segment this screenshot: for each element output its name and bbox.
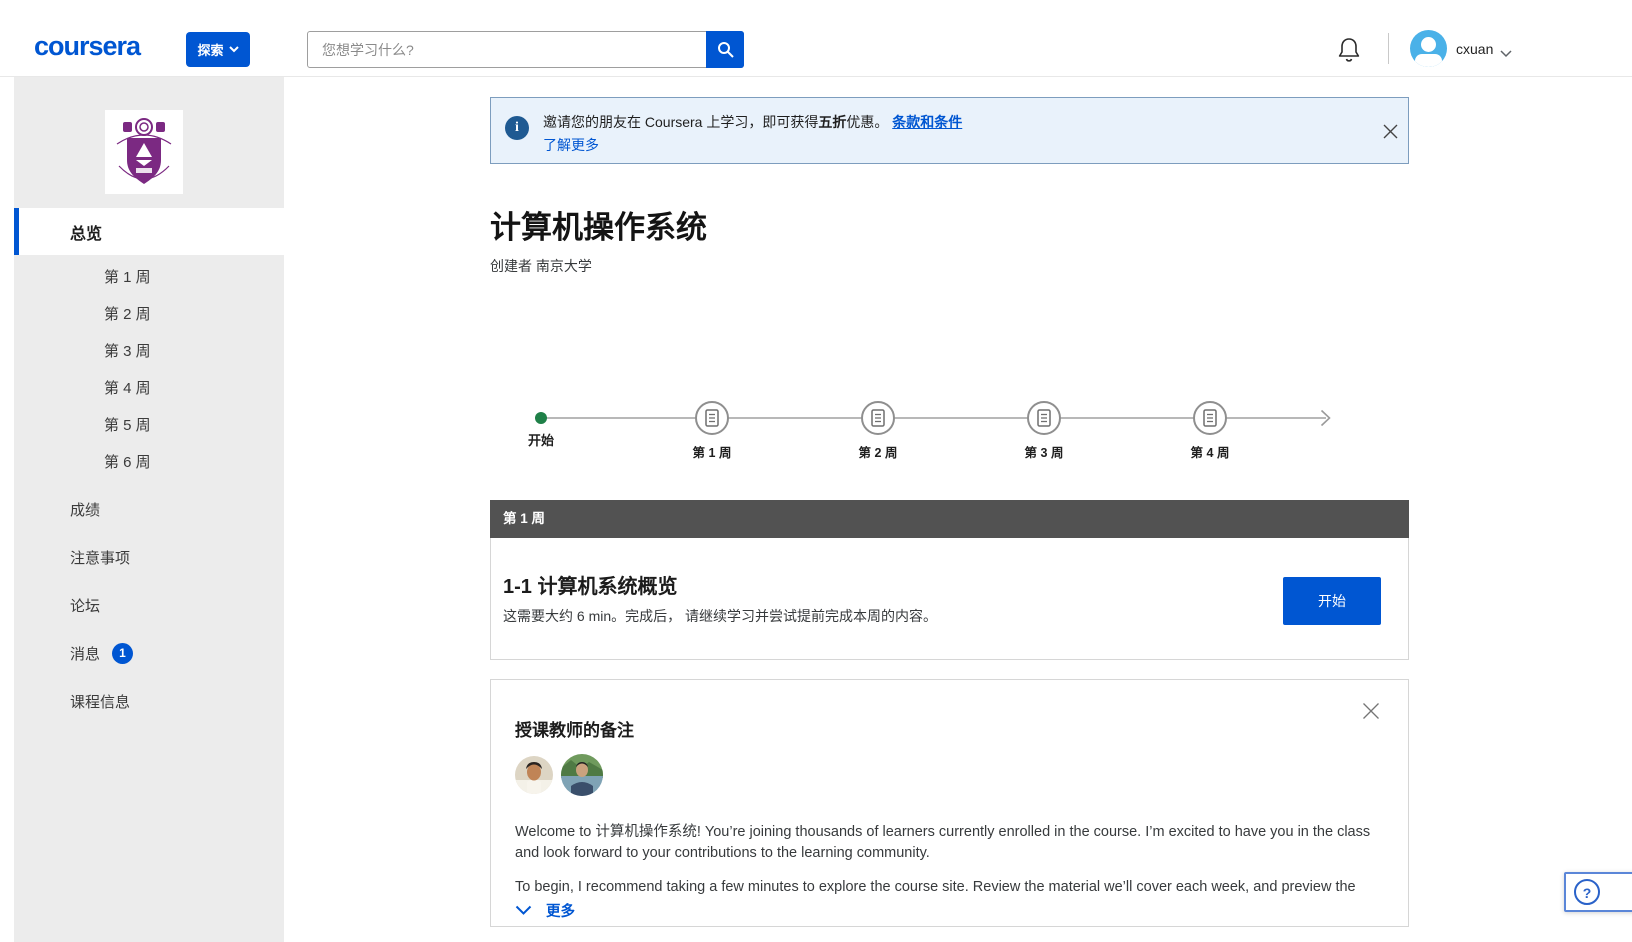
expand-more-label: 更多 [546,900,575,921]
sidebar-item-course-info[interactable]: 课程信息 [14,677,284,725]
instructor-note-card: 授课教师的备注 Welcome to 计算机操作系统! You’re joini… [490,679,1409,927]
timeline-node-week-1[interactable] [695,401,729,435]
search-button[interactable] [706,31,744,68]
help-button[interactable]: ? [1564,872,1632,912]
avatar-person-icon [1421,37,1436,52]
document-icon [871,409,885,427]
sidebar-item-week-4[interactable]: 第 4 周 [14,369,284,406]
course-sidebar: 总览 第 1 周 第 2 周 第 3 周 第 4 周 第 5 周 第 6 周 成… [14,77,284,942]
sidebar-item-week-6[interactable]: 第 6 周 [14,443,284,480]
messages-count-badge: 1 [112,643,133,664]
top-navbar: coursera 探索 cxuan [0,0,1632,77]
chevron-down-icon [229,46,239,53]
lesson-card: 1-1 计算机系统概览 这需要大约 6 min。完成后， 请继续学习并尝试提前完… [490,538,1409,660]
sidebar-item-overview[interactable]: 总览 [14,208,284,255]
user-avatar[interactable] [1410,30,1447,67]
course-byline: 创建者 南京大学 [490,256,592,276]
user-name[interactable]: cxuan [1456,41,1493,57]
active-indicator [14,208,19,255]
note-heading: 授课教师的备注 [515,716,634,741]
timeline-label-week-4: 第 4 周 [1170,442,1250,461]
timeline-node-week-4[interactable] [1193,401,1227,435]
timeline-start-label: 开始 [519,430,563,449]
close-icon [1362,702,1380,720]
timeline-label-week-1: 第 1 周 [672,442,752,461]
note-paragraph-1: Welcome to 计算机操作系统! You’re joining thous… [515,822,1378,864]
search-icon [717,41,734,58]
sidebar-item-notes[interactable]: 注意事项 [14,533,284,581]
document-icon [1037,409,1051,427]
instructor-avatar-1[interactable] [515,756,553,794]
close-icon [1383,124,1398,139]
instructor-avatar-2[interactable] [561,754,603,796]
coursera-logo[interactable]: coursera [34,31,140,62]
question-mark-icon: ? [1574,879,1600,905]
notifications-button[interactable] [1334,36,1364,66]
timeline-next-chevron-right-icon[interactable] [1320,409,1331,432]
sidebar-item-grades[interactable]: 成绩 [14,485,284,533]
timeline-label-week-2: 第 2 周 [838,442,918,461]
sidebar-item-week-3[interactable]: 第 3 周 [14,332,284,369]
timeline-start-dot [535,412,547,424]
lesson-description: 这需要大约 6 min。完成后， 请继续学习并尝试提前完成本周的内容。 [503,606,937,626]
bell-icon [1336,36,1362,64]
promo-text: 邀请您的朋友在 Coursera 上学习，即可获得五折优惠。 条款和条件 [543,112,962,132]
explore-button[interactable]: 探索 [186,32,250,67]
user-menu-chevron-down-icon[interactable] [1500,45,1512,63]
referral-promo-banner: i 邀请您的朋友在 Coursera 上学习，即可获得五折优惠。 条款和条件 了… [490,97,1409,164]
timeline-node-week-3[interactable] [1027,401,1061,435]
banner-close-button[interactable] [1383,124,1398,142]
sidebar-item-week-2[interactable]: 第 2 周 [14,295,284,332]
course-title: 计算机操作系统 [490,202,707,247]
info-icon: i [505,116,529,140]
sidebar-item-week-5[interactable]: 第 5 周 [14,406,284,443]
search-input[interactable] [307,31,744,68]
chevron-down-icon [515,905,532,916]
learn-more-link[interactable]: 了解更多 [543,135,599,155]
timeline-label-week-3: 第 3 周 [1004,442,1084,461]
note-close-button[interactable] [1362,702,1380,723]
sidebar-item-messages[interactable]: 消息 1 [14,629,284,677]
document-icon [1203,409,1217,427]
terms-link[interactable]: 条款和条件 [892,114,962,130]
sidebar-item-forums[interactable]: 论坛 [14,581,284,629]
note-paragraph-2: To begin, I recommend taking a few minut… [515,877,1378,898]
lesson-title: 1-1 计算机系统概览 [503,570,677,599]
timeline-node-week-2[interactable] [861,401,895,435]
header-divider [1388,33,1389,64]
document-icon [705,409,719,427]
search-bar [307,31,744,68]
course-progress-timeline: 开始 第 1 周 第 2 周 第 3 周 第 4 周 [490,376,1409,466]
sidebar-item-week-1[interactable]: 第 1 周 [14,258,284,295]
week-1-section-header: 第 1 周 [490,500,1409,538]
start-lesson-button[interactable]: 开始 [1283,577,1381,625]
explore-button-label: 探索 [197,40,223,59]
nanjing-university-logo [105,110,183,194]
expand-more-button[interactable]: 更多 [515,900,575,921]
